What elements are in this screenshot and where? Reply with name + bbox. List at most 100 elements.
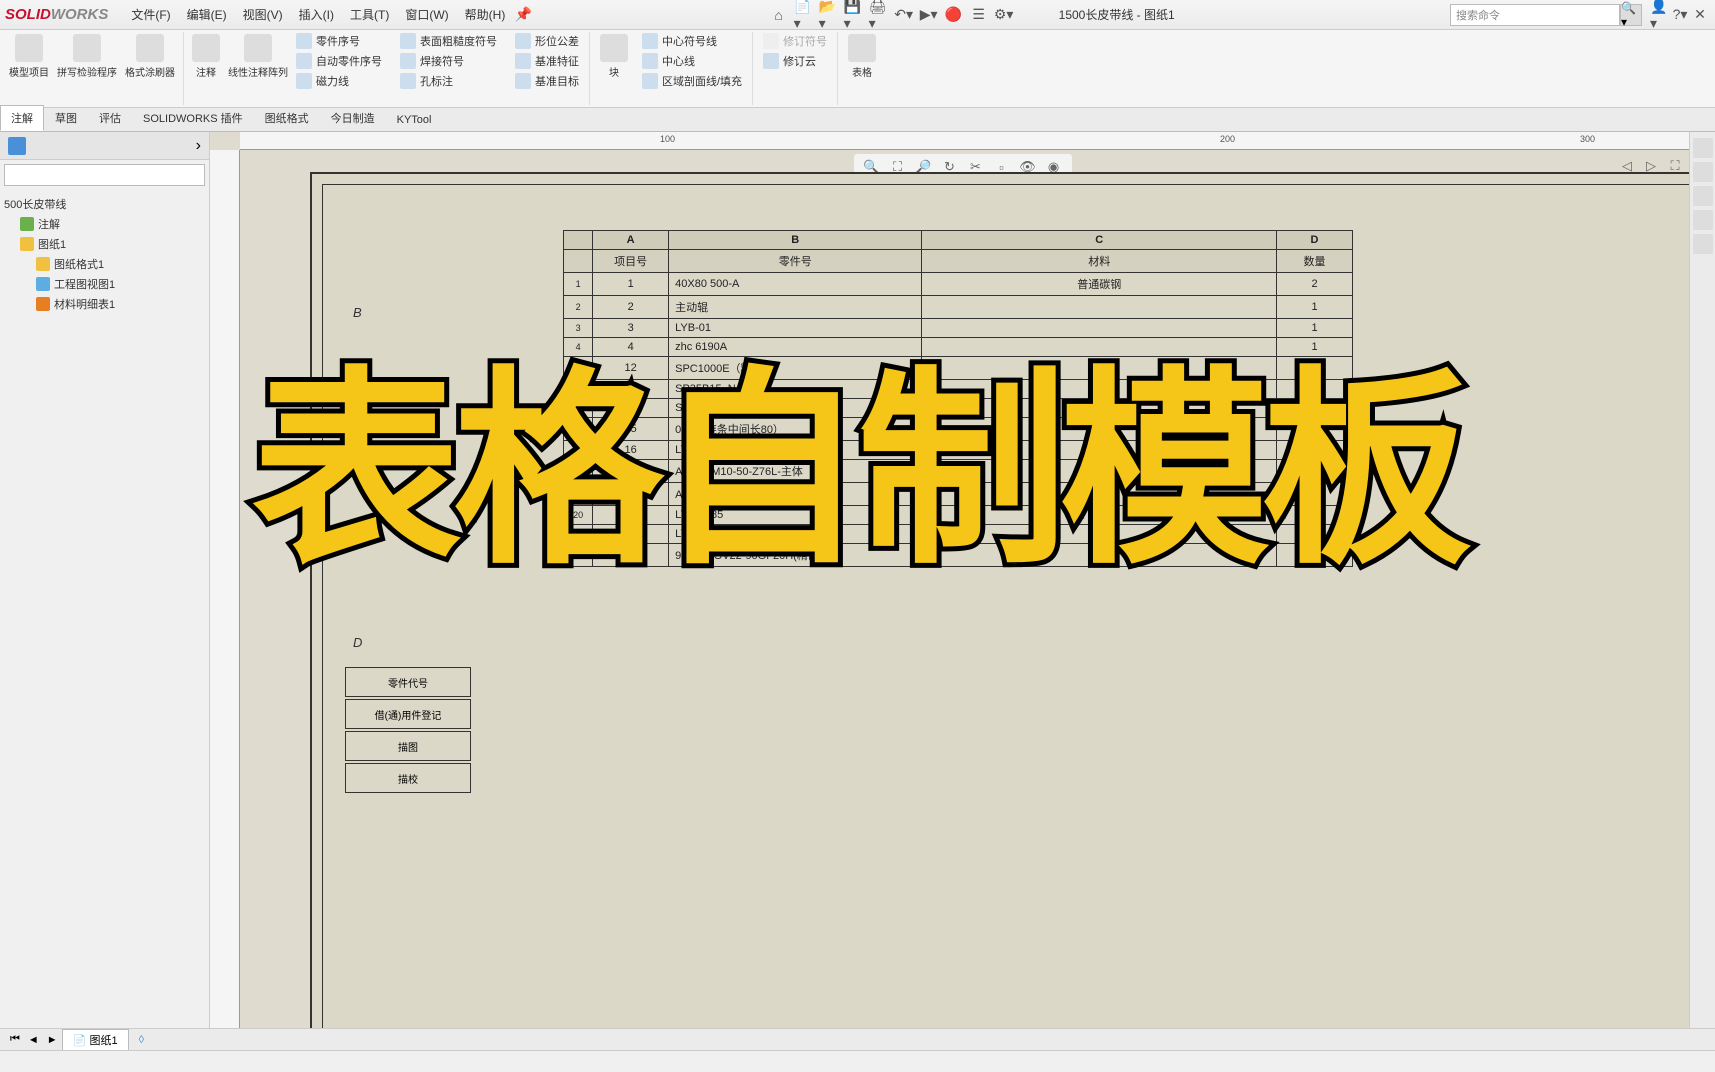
feature-tree-panel: › 500长皮带线 注解 图纸1 图纸格式1 工程图视图1 材料明细表1: [0, 132, 210, 1050]
hdr-material: 材料: [922, 250, 1277, 273]
hdr-part: 零件号: [669, 250, 922, 273]
model-items-button[interactable]: 模型项目: [5, 32, 53, 105]
sheet-tab-label: 图纸1: [89, 1035, 117, 1047]
menu-file[interactable]: 文件(F): [123, 6, 178, 23]
tree-sheet1[interactable]: 图纸1: [4, 234, 205, 254]
tab-kytool[interactable]: KYTool: [386, 109, 443, 131]
col-d: D: [1277, 231, 1353, 250]
blocks-button[interactable]: 块: [596, 32, 632, 105]
sheet-tab-1[interactable]: 📄 图纸1: [62, 1029, 129, 1051]
datum-target-button[interactable]: 基准目标: [511, 72, 583, 90]
table-row[interactable]: 1140X80 500-A普通碳钢2: [564, 273, 1353, 296]
zone-b: B: [353, 305, 362, 320]
table-row[interactable]: 22主动辊1: [564, 296, 1353, 319]
save-icon[interactable]: 💾▾: [844, 5, 864, 25]
taskpane-tab-4[interactable]: [1693, 210, 1713, 230]
tree-expand-icon[interactable]: ›: [196, 137, 201, 155]
menu-edit[interactable]: 编辑(E): [179, 6, 235, 23]
tree-tab-icon[interactable]: [8, 137, 26, 155]
spell-check-button[interactable]: 拼写检验程序: [53, 32, 121, 105]
home-icon[interactable]: ⌂: [769, 5, 789, 25]
tree-filter-dropdown[interactable]: [4, 164, 205, 186]
menu-insert[interactable]: 插入(I): [291, 6, 342, 23]
menu-tools[interactable]: 工具(T): [342, 6, 397, 23]
taskpane-tab-5[interactable]: [1693, 234, 1713, 254]
nav-prev-icon[interactable]: ◄: [24, 1034, 43, 1046]
table-row[interactable]: 1817A_CXSM10-50-Z76L-主体1: [564, 460, 1353, 483]
table-row[interactable]: 1716LYB-01831: [564, 441, 1353, 460]
undo-icon[interactable]: ↶▾: [894, 5, 914, 25]
user-icon[interactable]: 👤▾: [1650, 5, 1670, 25]
nav-next-icon[interactable]: ►: [43, 1034, 62, 1046]
search-placeholder: 搜索命令: [1456, 7, 1500, 23]
auto-balloon-button[interactable]: 自动零件序号: [292, 52, 386, 70]
taskpane-tab-1[interactable]: [1693, 138, 1713, 158]
close-icon[interactable]: ✕: [1690, 5, 1710, 25]
new-icon[interactable]: 📄▾: [794, 5, 814, 25]
pin-icon[interactable]: 📌: [513, 5, 533, 25]
table-row[interactable]: 44zhc 6190A1: [564, 338, 1353, 357]
task-pane: [1689, 132, 1715, 1028]
search-input[interactable]: 搜索命令: [1450, 4, 1620, 26]
menu-window[interactable]: 窗口(W): [397, 6, 456, 23]
hole-label: 孔标注: [420, 73, 453, 89]
table-row[interactable]: 2019LYB-01851: [564, 506, 1353, 525]
add-sheet-icon[interactable]: ◊: [133, 1034, 150, 1046]
tree-annotations[interactable]: 注解: [4, 214, 205, 234]
tab-today[interactable]: 今日制造: [320, 105, 386, 131]
print-icon[interactable]: 🖨▾: [869, 5, 889, 25]
tree-root[interactable]: 500长皮带线: [4, 194, 205, 214]
table-row[interactable]: 222190YT60GV22-90GF20H(精研)1: [564, 544, 1353, 567]
taskpane-tab-3[interactable]: [1693, 186, 1713, 206]
rebuild-icon[interactable]: 🔴: [944, 5, 964, 25]
taskpane-tab-2[interactable]: [1693, 162, 1713, 182]
workspace: › 500长皮带线 注解 图纸1 图纸格式1 工程图视图1 材料明细表1 100…: [0, 132, 1715, 1050]
centerline-button[interactable]: 中心线: [638, 52, 746, 70]
table-row[interactable]: 33LYB-011: [564, 319, 1353, 338]
select-icon[interactable]: ▶▾: [919, 5, 939, 25]
menu-help[interactable]: 帮助(H): [457, 6, 514, 23]
hole-callout-button[interactable]: 孔标注: [396, 72, 501, 90]
tree-drawing-view[interactable]: 工程图视图1: [4, 274, 205, 294]
tables-button[interactable]: 表格: [844, 32, 880, 105]
table-row[interactable]: 161506B（链条中间长80）1: [564, 418, 1353, 441]
centermark-label: 中心符号线: [662, 33, 717, 49]
tab-sketch[interactable]: 草图: [44, 105, 88, 131]
tab-annotate[interactable]: 注解: [0, 105, 44, 131]
open-icon[interactable]: 📂▾: [819, 5, 839, 25]
datum-feature-button[interactable]: 基准特征: [511, 52, 583, 70]
table-row[interactable]: 1312SPC1000E（精研）1: [564, 357, 1353, 380]
centermark-button[interactable]: 中心符号线: [638, 32, 746, 50]
title-block: 零件代号 借(通)用件登记 描图 描校: [343, 665, 473, 795]
table-row[interactable]: 2120LYB-01861: [564, 525, 1353, 544]
tree-bom[interactable]: 材料明细表1: [4, 294, 205, 314]
magnetic-line-button[interactable]: 磁力线: [292, 72, 386, 90]
tab-sheet-format[interactable]: 图纸格式: [254, 105, 320, 131]
tab-addins[interactable]: SOLIDWORKS 插件: [132, 105, 254, 131]
table-row[interactable]: 1514SP35B15_N_201: [564, 399, 1353, 418]
help-icon[interactable]: ?▾: [1670, 5, 1690, 25]
drawing-canvas[interactable]: 100 200 300 🔍 ⛶ 🔎 ↻ ✂ ▫ 👁 ◉ ◁ ▷ ⛶ B D: [210, 132, 1715, 1050]
bom-table[interactable]: A B C D 项目号 零件号 材料 数量 1140X80 500-A普通碳钢2…: [563, 230, 1353, 567]
geo-tolerance-button[interactable]: 形位公差: [511, 32, 583, 50]
balloon-button[interactable]: 零件序号: [292, 32, 386, 50]
table-row[interactable]: 1918A_CXSM10-50-Z76L-导杆1: [564, 483, 1353, 506]
format-painter-button[interactable]: 格式涂刷器: [121, 32, 179, 105]
hatch-button[interactable]: 区域剖面线/填充: [638, 72, 746, 90]
surface-finish-button[interactable]: 表面粗糙度符号: [396, 32, 501, 50]
tree-sheet-format[interactable]: 图纸格式1: [4, 254, 205, 274]
linear-pattern-button[interactable]: 线性注释阵列: [224, 32, 292, 105]
settings-icon[interactable]: ⚙▾: [994, 5, 1014, 25]
options-icon[interactable]: ☰: [969, 5, 989, 25]
ruler-300: 300: [1580, 134, 1595, 144]
note-button[interactable]: 注释: [188, 32, 224, 105]
zone-d: D: [353, 635, 362, 650]
weld-symbol-button[interactable]: 焊接符号: [396, 52, 501, 70]
table-row[interactable]: 1413SP35B15_N_151: [564, 380, 1353, 399]
search-button[interactable]: 🔍▾: [1620, 4, 1642, 26]
logo-works: WORKS: [51, 6, 109, 23]
revision-cloud-button[interactable]: 修订云: [759, 52, 831, 70]
nav-first-icon[interactable]: ⏮: [6, 1033, 24, 1046]
tab-evaluate[interactable]: 评估: [88, 105, 132, 131]
menu-view[interactable]: 视图(V): [235, 6, 291, 23]
